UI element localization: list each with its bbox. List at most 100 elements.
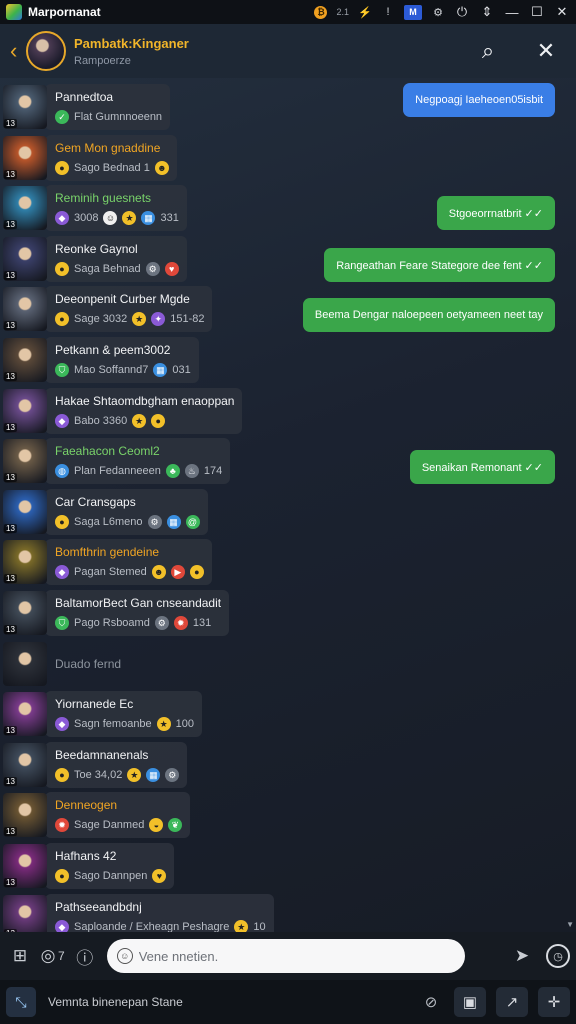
member-status: Mao Soffannd7 <box>74 364 149 376</box>
member-avatar[interactable]: 13 <box>3 389 47 433</box>
search-icon[interactable]: ⌕ <box>476 38 500 64</box>
member-row[interactable]: 13 BaltamorBect Gan cnseandadit ⛉ Pago Rsbo… <box>0 589 230 637</box>
member-row[interactable]: 13 Hafhans 42 ● Sago Dannpen ♥ <box>0 842 175 890</box>
outgoing-message[interactable]: Rangeathan Feare Stategore dee fent ✓✓ <box>324 248 555 282</box>
member-level-badge: 13 <box>4 372 17 381</box>
member-row[interactable]: 13 Reonke Gaynol ● Saga Behnad ⚙ ♥ <box>0 235 187 283</box>
outgoing-message[interactable]: Negpoagj Iaeheoen05isbit <box>403 83 555 117</box>
outgoing-message[interactable]: Beema Dengar naloepeen oetyameen neet ta… <box>302 298 555 332</box>
gamepad-button[interactable]: ▣ <box>454 987 486 1017</box>
member-row[interactable]: 13 Faeahacon Ceoml2 ◍ Plan Fedanneeen ♣ ♨ 174 <box>0 437 231 485</box>
incoming-message[interactable]: Pannedtoa ✓ Flat Gumnnoeenn <box>45 84 171 130</box>
grid-menu-icon[interactable]: ⊞ <box>6 942 34 970</box>
member-avatar[interactable]: 13 <box>3 186 47 230</box>
message-input[interactable] <box>138 948 439 964</box>
member-name: Pathseeandbdnj <box>55 900 142 914</box>
member-meta: ◆ Pagan Stemed ☻ ▶ ● <box>55 565 204 579</box>
close-window-button[interactable]: ✕ <box>554 4 570 20</box>
scroll-down-icon[interactable]: ▼ <box>566 920 574 929</box>
incoming-message[interactable]: Hakae Shtaomdbgham enaoppan ◆ Babo 3360 ★ ● <box>45 388 243 434</box>
group-title: Pambatk:Kinganer <box>74 35 189 51</box>
member-score: 131 <box>192 617 212 629</box>
emoji-icon[interactable]: ☺ <box>116 948 133 964</box>
message-input-field[interactable]: ☺ <box>106 939 465 973</box>
member-avatar[interactable]: 13 <box>3 287 47 331</box>
minimize-button[interactable]: — <box>504 5 520 20</box>
member-name: Reonke Gaynol <box>55 242 138 256</box>
message-list[interactable]: 13 Pannedtoa ✓ Flat Gumnnoeenn 13 Gem Mon gna… <box>0 80 576 940</box>
alert-icon[interactable]: ! <box>381 5 395 19</box>
member-name: Hakae Shtaomdbgham enaoppan <box>55 394 235 408</box>
member-row[interactable]: 13 Pannedtoa ✓ Flat Gumnnoeenn <box>0 83 171 131</box>
member-row[interactable]: 13 Bomfthrin gendeine ◆ Pagan Stemed ☻ ▶ ● <box>0 538 212 586</box>
incoming-message[interactable]: Gem Mon gnaddine ● Sago Bednad 1 ☻ <box>45 135 177 181</box>
outgoing-message[interactable]: Senaikan Remonant ✓✓ <box>409 450 555 484</box>
member-level-badge: 13 <box>4 271 17 280</box>
incoming-message[interactable]: Denneogen ✹ Sage Danmed ◒ ❦ <box>45 792 191 838</box>
timer-icon[interactable]: ⊘ <box>418 989 444 1015</box>
member-avatar[interactable]: 13 <box>3 540 47 584</box>
member-row[interactable]: 13 Gem Mon gnaddine ● Sago Bednad 1 ☻ <box>0 134 177 182</box>
incoming-message[interactable]: Bomfthrin gendeine ◆ Pagan Stemed ☻ ▶ ● <box>45 539 212 585</box>
member-avatar[interactable]: 13 <box>3 844 47 888</box>
member-avatar[interactable]: 13 <box>3 743 47 787</box>
share-button[interactable]: ↗ <box>496 987 528 1017</box>
flame-icon: ♨ <box>184 464 199 478</box>
member-row[interactable]: 13 Beedamnanenals ● Toe 34,02 ★ ▦ ⚙ <box>0 741 188 789</box>
incoming-message[interactable]: Petkann & peem3002 ⛉ Mao Soffannd7 ▦ 031 <box>45 337 199 383</box>
send-icon[interactable]: ➤ <box>508 942 536 970</box>
member-row[interactable]: 13 Yiornanede Ec ◆ Sagn femoanbe ★ 100 <box>0 690 203 738</box>
power-icon[interactable]: ⏻ <box>454 4 470 20</box>
member-avatar[interactable]: 13 <box>3 85 47 129</box>
incoming-message[interactable]: Reonke Gaynol ● Saga Behnad ⚙ ♥ <box>45 236 187 282</box>
member-status: Pago Rsboamd <box>74 617 150 629</box>
member-row[interactable]: 13 Car Cransgaps ● Saga L6meno ⚙ ▦ @ <box>0 488 208 536</box>
incoming-message[interactable]: Duado fernd <box>45 641 129 687</box>
member-row[interactable]: 13 Petkann & peem3002 ⛉ Mao Soffannd7 ▦ 031 <box>0 336 199 384</box>
resize-icon[interactable]: ⇕ <box>479 4 495 20</box>
fire-icon: ✹ <box>55 818 69 832</box>
incoming-message[interactable]: Yiornanede Ec ◆ Sagn femoanbe ★ 100 <box>45 691 203 737</box>
outgoing-message[interactable]: Stgoeorrnatbrit ✓✓ <box>436 196 555 230</box>
member-avatar[interactable]: 13 <box>3 439 47 483</box>
gear-icon: ⚙ <box>145 262 160 276</box>
member-row[interactable]: 13 Hakae Shtaomdbgham enaoppan ◆ Babo 3360 ★… <box>0 387 243 435</box>
incoming-message[interactable]: Car Cransgaps ● Saga L6meno ⚙ ▦ @ <box>45 489 208 535</box>
incoming-message[interactable]: Beedamnanenals ● Toe 34,02 ★ ▦ ⚙ <box>45 742 188 788</box>
back-arrow-icon[interactable]: ‹ <box>10 38 24 64</box>
leaf-icon: ❦ <box>168 818 183 832</box>
incoming-message[interactable]: Hafhans 42 ● Sago Dannpen ♥ <box>45 843 175 889</box>
settings-icon[interactable]: ⚙ <box>431 5 445 19</box>
member-avatar[interactable] <box>3 642 47 686</box>
coin-icon: ● <box>55 161 69 175</box>
member-avatar[interactable]: 13 <box>3 490 47 534</box>
signal-icon[interactable]: ⚡ <box>358 5 372 19</box>
menu-badge[interactable]: M <box>404 4 422 20</box>
coin-icon[interactable]: ₿ <box>314 5 328 19</box>
expand-icon[interactable]: ⤡ <box>6 987 36 1017</box>
crosshair-button[interactable]: ✛ <box>538 987 570 1017</box>
member-row[interactable]: 13 Denneogen ✹ Sage Danmed ◒ ❦ <box>0 791 191 839</box>
member-avatar[interactable]: 13 <box>3 237 47 281</box>
info-icon[interactable]: ⓘ <box>71 942 99 970</box>
status-text: Vemnta binenepan Stane <box>48 995 183 1009</box>
maximize-button[interactable]: ☐ <box>529 4 545 20</box>
incoming-message[interactable]: Deeonpenit Curber Mgde ● Sage 3032 ★ ✦ 151-82 <box>45 286 213 332</box>
member-row[interactable]: 13 Deeonpenit Curber Mgde ● Sage 3032 ★ ✦ 151-… <box>0 285 213 333</box>
close-icon[interactable]: ✕ <box>534 38 558 64</box>
box-icon: ▦ <box>146 768 161 782</box>
member-avatar[interactable]: 13 <box>3 338 47 382</box>
incoming-message[interactable]: Faeahacon Ceoml2 ◍ Plan Fedanneeen ♣ ♨ 174 <box>45 438 231 484</box>
member-name: Deeonpenit Curber Mgde <box>55 292 190 306</box>
incoming-message[interactable]: BaltamorBect Gan cnseandadit ⛉ Pago Rsboam… <box>45 590 230 636</box>
incoming-message[interactable]: Reminih guesnets ◆ 3008 ☺ ★ ▦ 331 <box>45 185 187 231</box>
history-icon[interactable]: ◷ <box>546 944 570 968</box>
member-row[interactable]: 13 Reminih guesnets ◆ 3008 ☺ ★ ▦ 331 <box>0 184 187 232</box>
member-status: Sago Dannpen <box>74 870 148 882</box>
member-row[interactable]: Duado fernd <box>0 640 129 688</box>
member-avatar[interactable]: 13 <box>3 793 47 837</box>
group-avatar[interactable] <box>26 31 66 71</box>
member-avatar[interactable]: 13 <box>3 136 47 180</box>
member-avatar[interactable]: 13 <box>3 591 47 635</box>
member-avatar[interactable]: 13 <box>3 692 47 736</box>
